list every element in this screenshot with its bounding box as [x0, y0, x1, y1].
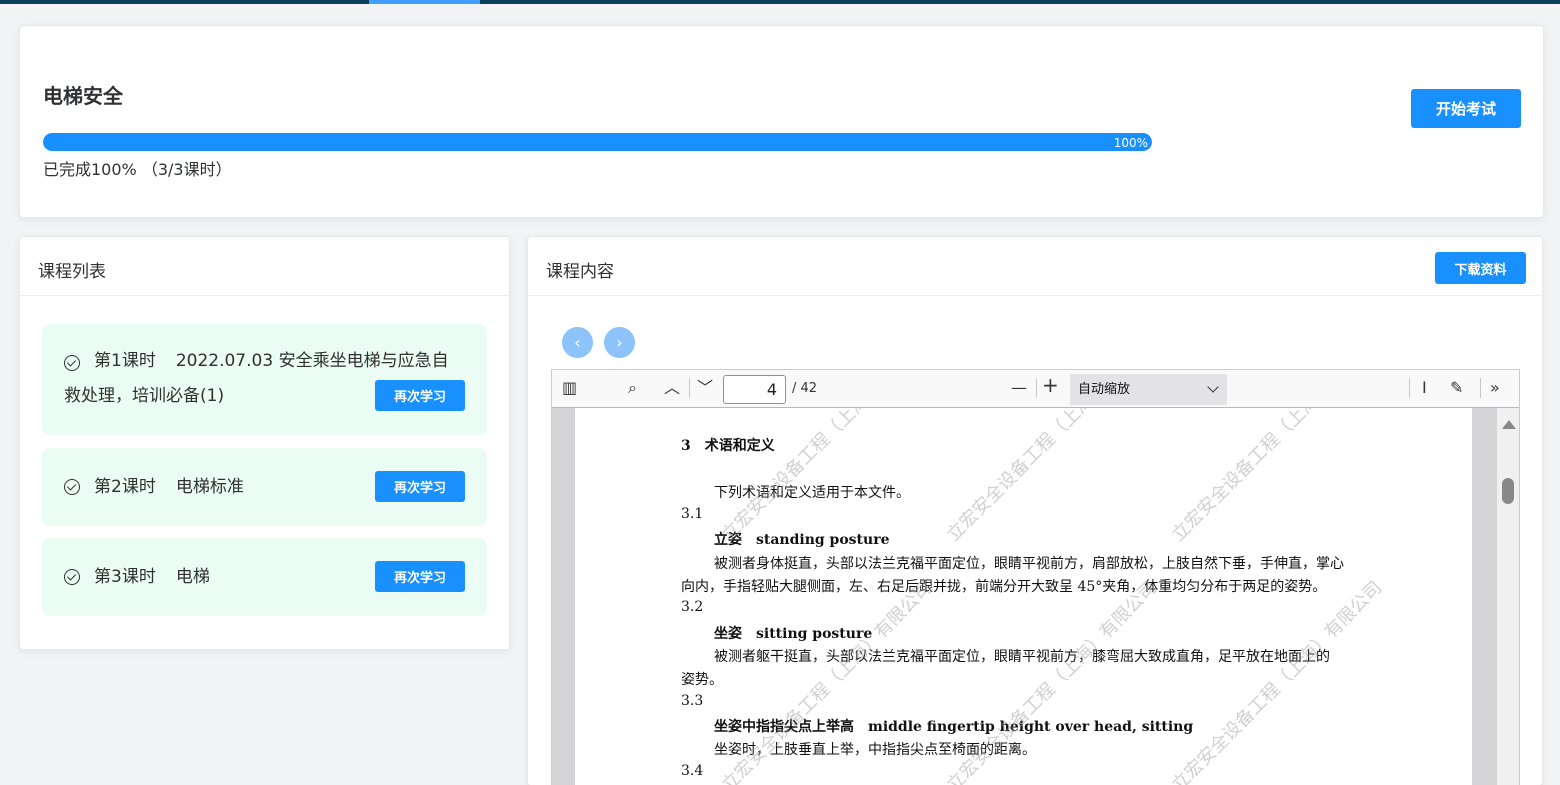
- pdf-line: 3.4: [681, 763, 704, 779]
- text-cursor-icon[interactable]: I: [1422, 379, 1427, 397]
- lesson-1-name-line1: 2022.07.03 安全乘坐电梯与应急自: [175, 351, 449, 371]
- sidebar-toggle-icon[interactable]: ▥: [562, 379, 577, 397]
- restudy-button-1[interactable]: 再次学习: [375, 380, 465, 411]
- pdf-line: 被测者身体挺直，头部以法兰克福平面定位，眼睛平视前方，肩部放松，上肢自然下垂，手…: [714, 556, 1344, 572]
- progress-caption: 已完成100% （3/3课时）: [43, 160, 232, 179]
- check-circle-icon: [64, 355, 80, 371]
- scroll-thumb[interactable]: [1502, 478, 1514, 504]
- zoom-select[interactable]: 自动缩放: [1070, 374, 1227, 405]
- pdf-line: 下列术语和定义适用于本文件。: [714, 485, 910, 501]
- search-icon[interactable]: ⌕: [628, 379, 637, 397]
- pen-icon[interactable]: ✎: [1450, 379, 1463, 397]
- pdf-line: 向内，手指轻贴大腿侧面，左、右足后跟并拢，前端分开大致呈 45°夹角，体重均匀分…: [681, 579, 1327, 595]
- zoom-out-icon[interactable]: —: [1011, 379, 1027, 397]
- pdf-line: 3.3: [681, 693, 704, 709]
- content-title: 课程内容: [546, 262, 614, 282]
- progress-percent-label: 100%: [1113, 136, 1148, 150]
- double-chevron-right-icon[interactable]: »: [1490, 379, 1500, 397]
- lesson-1-name-line2: 救处理，培训必备(1): [64, 386, 225, 406]
- chevron-down-icon: [1207, 381, 1219, 393]
- lesson-item-2[interactable]: 第2课时 电梯标准 再次学习: [42, 448, 487, 526]
- pdf-line: 坐姿 sitting posture: [714, 626, 873, 642]
- check-circle-icon: [64, 479, 80, 495]
- pdf-line: 被测者躯干挺直，头部以法兰克福平面定位，眼睛平视前方，膝弯屈大致成直角，足平放在…: [714, 649, 1330, 665]
- check-circle-icon: [64, 569, 80, 585]
- pdf-scrollbar[interactable]: [1497, 408, 1519, 785]
- page-total: / 42: [792, 381, 818, 396]
- top-nav-bar: [0, 0, 1560, 4]
- pdf-line: 坐姿时，上肢垂直上举，中指指尖点至椅面的距离。: [714, 742, 1036, 758]
- start-exam-button[interactable]: 开始考试: [1411, 89, 1521, 128]
- lesson-3-text: 第3课时 电梯: [94, 560, 210, 594]
- download-button[interactable]: 下载资料: [1435, 252, 1526, 284]
- chevron-left-icon[interactable]: ‹: [562, 327, 593, 358]
- watermark: 立宏安全设备工程（上海）有限公司: [1167, 408, 1387, 546]
- lesson-item-3[interactable]: 第3课时 电梯 再次学习: [42, 538, 487, 616]
- lesson-list-card: 课程列表 第1课时 2022.07.03 安全乘坐电梯与应急自 救处理，培训必备(…: [19, 236, 510, 650]
- restudy-button-2[interactable]: 再次学习: [375, 471, 465, 502]
- content-header: 课程内容 下载资料: [528, 237, 1542, 296]
- lesson-list-header: 课程列表: [20, 237, 509, 296]
- course-title: 电梯安全: [43, 84, 123, 108]
- lesson-2-number: 第2课时: [94, 477, 156, 497]
- lesson-1-number: 第1课时: [94, 351, 156, 371]
- course-content-card: 课程内容 下载资料 ‹ › ▥ ⌕ ︿ ﹀ 4 / 42 — + 自动缩放 I …: [527, 236, 1543, 785]
- lesson-3-number: 第3课时: [94, 567, 156, 587]
- pdf-toolbar: ▥ ⌕ ︿ ﹀ 4 / 42 — + 自动缩放 I ✎ »: [552, 370, 1519, 408]
- progress-fill: 100%: [43, 133, 1152, 151]
- zoom-select-value: 自动缩放: [1078, 382, 1131, 397]
- chevron-right-icon[interactable]: ›: [604, 327, 635, 358]
- lesson-2-text: 第2课时 电梯标准: [94, 470, 244, 504]
- progress-bar: 100%: [43, 133, 1152, 151]
- pdf-line: 3.2: [681, 599, 704, 615]
- course-header-card: 电梯安全 100% 已完成100% （3/3课时） 开始考试: [19, 25, 1544, 218]
- pdf-viewer: ▥ ⌕ ︿ ﹀ 4 / 42 — + 自动缩放 I ✎ » 3 术语和定义 下列…: [551, 369, 1520, 785]
- pdf-line: 3.1: [681, 506, 704, 522]
- pdf-line: 坐姿中指指尖点上举高 middle fingertip height over …: [714, 719, 1194, 735]
- page-number-input[interactable]: 4: [723, 375, 786, 404]
- pdf-line: 3 术语和定义: [681, 438, 775, 454]
- zoom-in-icon[interactable]: +: [1042, 375, 1059, 395]
- lesson-list-title: 课程列表: [38, 262, 106, 282]
- top-nav-active-tab[interactable]: [369, 0, 480, 4]
- pdf-line: 姿势。: [681, 672, 723, 688]
- watermark: 立宏安全设备工程（上海）有限公司: [942, 408, 1162, 546]
- pdf-line: 立姿 standing posture: [714, 532, 890, 548]
- restudy-button-3[interactable]: 再次学习: [375, 561, 465, 592]
- lesson-item-1[interactable]: 第1课时 2022.07.03 安全乘坐电梯与应急自 救处理，培训必备(1) 再次…: [42, 324, 487, 435]
- watermark: 立宏安全设备工程（上海）有限公司: [1167, 577, 1387, 785]
- lesson-1-text: 第1课时 2022.07.03 安全乘坐电梯与应急自: [94, 344, 449, 378]
- scroll-up-icon[interactable]: [1502, 420, 1516, 429]
- watermark: 立宏安全设备工程（上海）有限公司: [717, 408, 937, 546]
- pdf-page: 3 术语和定义 下列术语和定义适用于本文件。 3.1 立姿 standing p…: [575, 408, 1472, 785]
- chevron-down-icon[interactable]: ﹀: [697, 379, 713, 397]
- chevron-up-icon[interactable]: ︿: [664, 379, 680, 397]
- lesson-3-name: 电梯: [175, 567, 210, 587]
- lesson-2-name: 电梯标准: [175, 477, 244, 497]
